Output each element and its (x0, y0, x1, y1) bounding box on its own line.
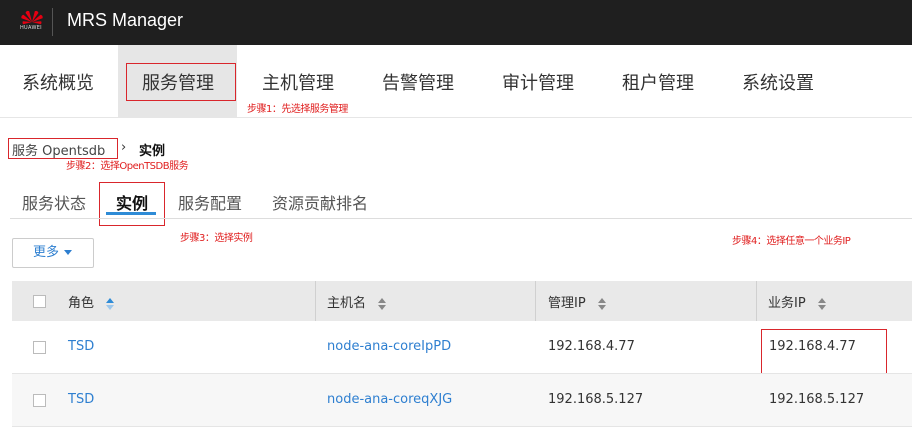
annotation-step1: 步骤1：先选择服务管理 (247, 104, 348, 115)
business-ip-cell: 192.168.5.127 (769, 392, 865, 407)
mgmt-ip-cell: 192.168.5.127 (548, 392, 644, 407)
sort-icon[interactable] (378, 297, 387, 310)
table-row: TSD node-ana-coreIpPD 192.168.4.77 192.1… (12, 321, 912, 373)
role-link[interactable]: TSD (68, 392, 94, 407)
column-separator (756, 281, 757, 321)
nav-item-settings[interactable]: 系统设置 (742, 69, 814, 95)
breadcrumb-service-link[interactable]: 服务 Opentsdb (12, 140, 105, 159)
tab-service-status[interactable]: 服务状态 (22, 190, 86, 214)
row-checkbox[interactable] (33, 341, 46, 354)
more-button-label: 更多 (33, 245, 60, 260)
sort-icon[interactable] (597, 297, 606, 310)
top-bar: HUAWEI MRS Manager (0, 0, 912, 45)
caret-down-icon (64, 250, 73, 255)
hostname-link[interactable]: node-ana-coreqXJG (327, 392, 452, 407)
column-separator (315, 281, 316, 321)
app-title: MRS Manager (67, 10, 184, 30)
more-dropdown-button[interactable]: 更多 (12, 238, 94, 268)
highlight-box-services (126, 63, 236, 101)
nav-item-hosts[interactable]: 主机管理 (262, 69, 334, 95)
header-role[interactable]: 角色 (68, 292, 115, 311)
nav-item-alarms[interactable]: 告警管理 (382, 69, 454, 95)
sort-icon[interactable] (817, 297, 826, 310)
logo-text: HUAWEI (20, 25, 42, 31)
table-row: TSD node-ana-coreqXJG 192.168.5.127 192.… (12, 374, 912, 426)
header-divider (52, 8, 53, 36)
header-hostname[interactable]: 主机名 (327, 292, 387, 311)
nav-item-audit[interactable]: 审计管理 (502, 69, 574, 95)
business-ip-cell: 192.168.4.77 (769, 339, 856, 354)
hostname-link[interactable]: node-ana-coreIpPD (327, 339, 451, 354)
nav-item-tenants[interactable]: 租户管理 (622, 69, 694, 95)
breadcrumb-separator: › (121, 140, 127, 155)
tab-service-config[interactable]: 服务配置 (178, 190, 242, 214)
tab-instances[interactable]: 实例 (116, 190, 148, 214)
header-mgmt-ip[interactable]: 管理IP (548, 292, 606, 311)
header-business-ip[interactable]: 业务IP (768, 292, 826, 311)
column-separator (535, 281, 536, 321)
row-checkbox[interactable] (33, 394, 46, 407)
tab-resource-ranking[interactable]: 资源贡献排名 (272, 190, 368, 214)
annotation-step4: 步骤4：选择任意一个业务IP (732, 236, 851, 247)
select-all-checkbox[interactable] (33, 295, 46, 308)
table-header: 角色 主机名 管理IP 业务IP (12, 281, 912, 321)
row-divider (12, 426, 912, 427)
sort-icon[interactable] (106, 297, 115, 310)
role-link[interactable]: TSD (68, 339, 94, 354)
huawei-logo-icon (21, 10, 43, 25)
breadcrumb-current: 实例 (139, 144, 166, 159)
annotation-step2: 步骤2：选择OpenTSDB服务 (66, 161, 189, 172)
annotation-step3: 步骤3：选择实例 (180, 233, 253, 244)
nav-item-overview[interactable]: 系统概览 (22, 69, 94, 95)
active-tab-indicator (106, 212, 156, 215)
mgmt-ip-cell: 192.168.4.77 (548, 339, 635, 354)
